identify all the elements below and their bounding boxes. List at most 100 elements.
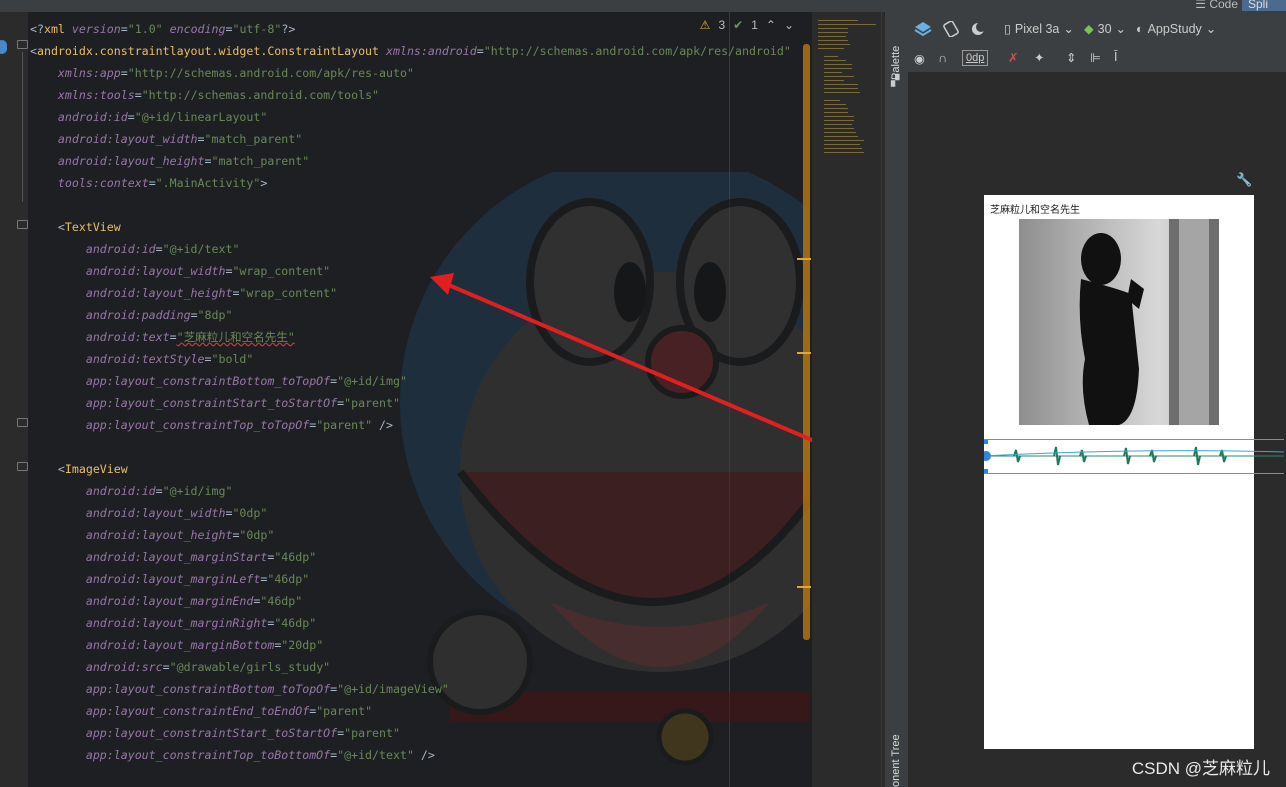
code-line[interactable]: xmlns:app="http://schemas.android.com/ap… <box>30 62 791 84</box>
code-token: > <box>260 176 268 190</box>
code-line[interactable]: android:layout_marginLeft="46dp" <box>30 568 791 590</box>
code-editor[interactable]: <?xml version="1.0" encoding="utf-8"?> <a… <box>0 12 812 787</box>
code-line[interactable]: tools:context=".MainActivity"> <box>30 172 791 194</box>
code-line[interactable]: <TextView <box>30 216 791 238</box>
code-token: = <box>148 176 156 190</box>
preview-textview[interactable]: 芝麻粒儿和空名先生 <box>990 201 1080 216</box>
minimap-line <box>824 132 856 133</box>
code-token: android: <box>85 264 142 278</box>
checks-count: 1 <box>751 18 758 32</box>
code-line[interactable]: <?xml version="1.0" encoding="utf-8"?> <box>30 18 791 40</box>
code-token: = <box>120 22 128 36</box>
code-token: android: <box>85 330 142 344</box>
component-tree-tab[interactable]: onent Tree <box>890 734 902 787</box>
api-level-selector[interactable]: ◆ 30 ⌄ <box>1084 21 1126 37</box>
code-line[interactable]: android:id="@+id/linearLayout" <box>30 106 791 128</box>
chevron-down-icon: ⌄ <box>1063 22 1074 36</box>
scroll-marker[interactable] <box>797 258 811 260</box>
code-token: "0dp" <box>232 506 268 520</box>
code-token: "utf-8" <box>232 22 282 36</box>
device-selector[interactable]: ▯ Pixel 3a ⌄ <box>1004 21 1074 37</box>
code-token: "http://schemas.android.com/tools" <box>141 88 380 102</box>
next-issue-icon[interactable]: ⌄ <box>784 18 794 32</box>
code-line[interactable]: android:layout_width="match_parent" <box>30 128 791 150</box>
constraint-toolbar: ◉ ∩ 0dp ✗ ✦ ⇕ ⊫ Ī <box>908 46 1286 73</box>
code-token: TextView <box>64 220 121 234</box>
code-line[interactable]: android:src="@drawable/girls_study" <box>30 656 791 678</box>
minimap-line <box>824 72 842 73</box>
code-token: layout_marginRight <box>141 616 268 630</box>
eye-icon[interactable]: ◉ <box>914 51 925 66</box>
code-line[interactable]: android:layout_height="0dp" <box>30 524 791 546</box>
code-line[interactable]: app:layout_constraintBottom_toTopOf="@+i… <box>30 678 791 700</box>
code-line[interactable]: app:layout_constraintEnd_toEndOf="parent… <box>30 700 791 722</box>
code-line[interactable]: app:layout_constraintTop_toBottomOf="@+i… <box>30 744 791 766</box>
fold-toggle-icon[interactable] <box>17 220 28 229</box>
code-token: tools: <box>57 176 100 190</box>
code-token: "parent" <box>344 396 400 410</box>
inspection-widget[interactable]: ⚠ 3 ✔ 1 ⌃ ⌄ <box>700 18 794 32</box>
design-toolbar: ▯ Pixel 3a ⌄ ◆ 30 ⌄ ◐ AppStudy ⌄ <box>908 12 1286 47</box>
code-token: = <box>476 44 484 58</box>
fold-toggle-icon[interactable] <box>17 462 28 471</box>
code-token: layout_width <box>141 264 226 278</box>
night-mode-icon[interactable] <box>970 21 988 37</box>
code-token: "芝麻粒儿和空名先生" <box>176 330 295 344</box>
device-preview[interactable]: 芝麻粒儿和空名先生 <box>984 195 1284 749</box>
code-line[interactable]: android:id="@+id/img" <box>30 480 791 502</box>
default-margin-field[interactable]: 0dp <box>962 50 989 66</box>
scroll-marker[interactable] <box>797 586 811 588</box>
theme-selector[interactable]: ◐ AppStudy ⌄ <box>1136 21 1216 37</box>
pack-icon[interactable]: ⇕ <box>1066 50 1076 65</box>
code-line[interactable]: <androidx.constraintlayout.widget.Constr… <box>30 40 791 62</box>
design-pane[interactable]: ▯ Pixel 3a ⌄ ◆ 30 ⌄ ◐ AppStudy ⌄ ◉ ∩ 0dp… <box>908 12 1286 787</box>
code-token: textStyle <box>141 352 205 366</box>
code-token: app: <box>85 418 114 432</box>
code-line[interactable]: android:layout_marginEnd="46dp" <box>30 590 791 612</box>
code-line[interactable]: android:layout_marginRight="46dp" <box>30 612 791 634</box>
infer-constraints-icon[interactable]: ✦ <box>1034 50 1044 65</box>
minimap-line <box>818 20 858 21</box>
previous-issue-icon[interactable]: ⌃ <box>766 18 776 32</box>
code-line[interactable]: android:layout_marginStart="46dp" <box>30 546 791 568</box>
guidelines-icon[interactable]: Ī <box>1114 50 1117 64</box>
fold-toggle-icon[interactable] <box>17 418 28 427</box>
code-line[interactable] <box>30 194 791 216</box>
code-token: = <box>127 110 135 124</box>
run-marker-icon[interactable] <box>0 40 7 54</box>
preview-waveform-view[interactable] <box>984 439 1284 474</box>
magnet-icon[interactable]: ∩ <box>938 51 947 65</box>
code-view-button[interactable]: ☰ Code <box>1195 0 1238 11</box>
preview-imageview[interactable] <box>1019 219 1219 425</box>
red-arrow-annotation <box>430 273 812 443</box>
minimap-line <box>824 112 848 113</box>
code-token: android: <box>85 352 142 366</box>
code-line[interactable]: app:layout_constraintStart_toStartOf="pa… <box>30 722 791 744</box>
code-token: app: <box>85 396 114 410</box>
orientation-icon[interactable] <box>942 21 960 37</box>
code-line[interactable]: android:layout_width="0dp" <box>30 502 791 524</box>
code-line[interactable]: android:layout_height="match_parent" <box>30 150 791 172</box>
clear-constraints-icon[interactable]: ✗ <box>1008 50 1018 65</box>
code-line[interactable]: xmlns:tools="http://schemas.android.com/… <box>30 84 791 106</box>
code-minimap[interactable] <box>812 12 882 787</box>
layers-icon[interactable] <box>914 21 932 37</box>
code-token: id <box>141 484 156 498</box>
split-view-button[interactable]: Spli <box>1242 0 1286 11</box>
code-line[interactable]: android:layout_marginBottom="20dp" <box>30 634 791 656</box>
align-icon[interactable]: ⊫ <box>1090 50 1101 65</box>
code-token: layout_constraintTop_toBottomOf <box>113 748 331 762</box>
minimap-line <box>824 108 848 109</box>
code-line[interactable]: android:id="@+id/text" <box>30 238 791 260</box>
code-token: layout_constraintBottom_toTopOf <box>113 682 331 696</box>
wrench-icon[interactable]: 🔧 <box>1236 172 1252 188</box>
editor-gutter[interactable] <box>0 12 28 787</box>
fold-toggle-icon[interactable] <box>17 40 28 49</box>
code-token: xml <box>43 22 72 36</box>
minimap-line <box>824 148 862 149</box>
